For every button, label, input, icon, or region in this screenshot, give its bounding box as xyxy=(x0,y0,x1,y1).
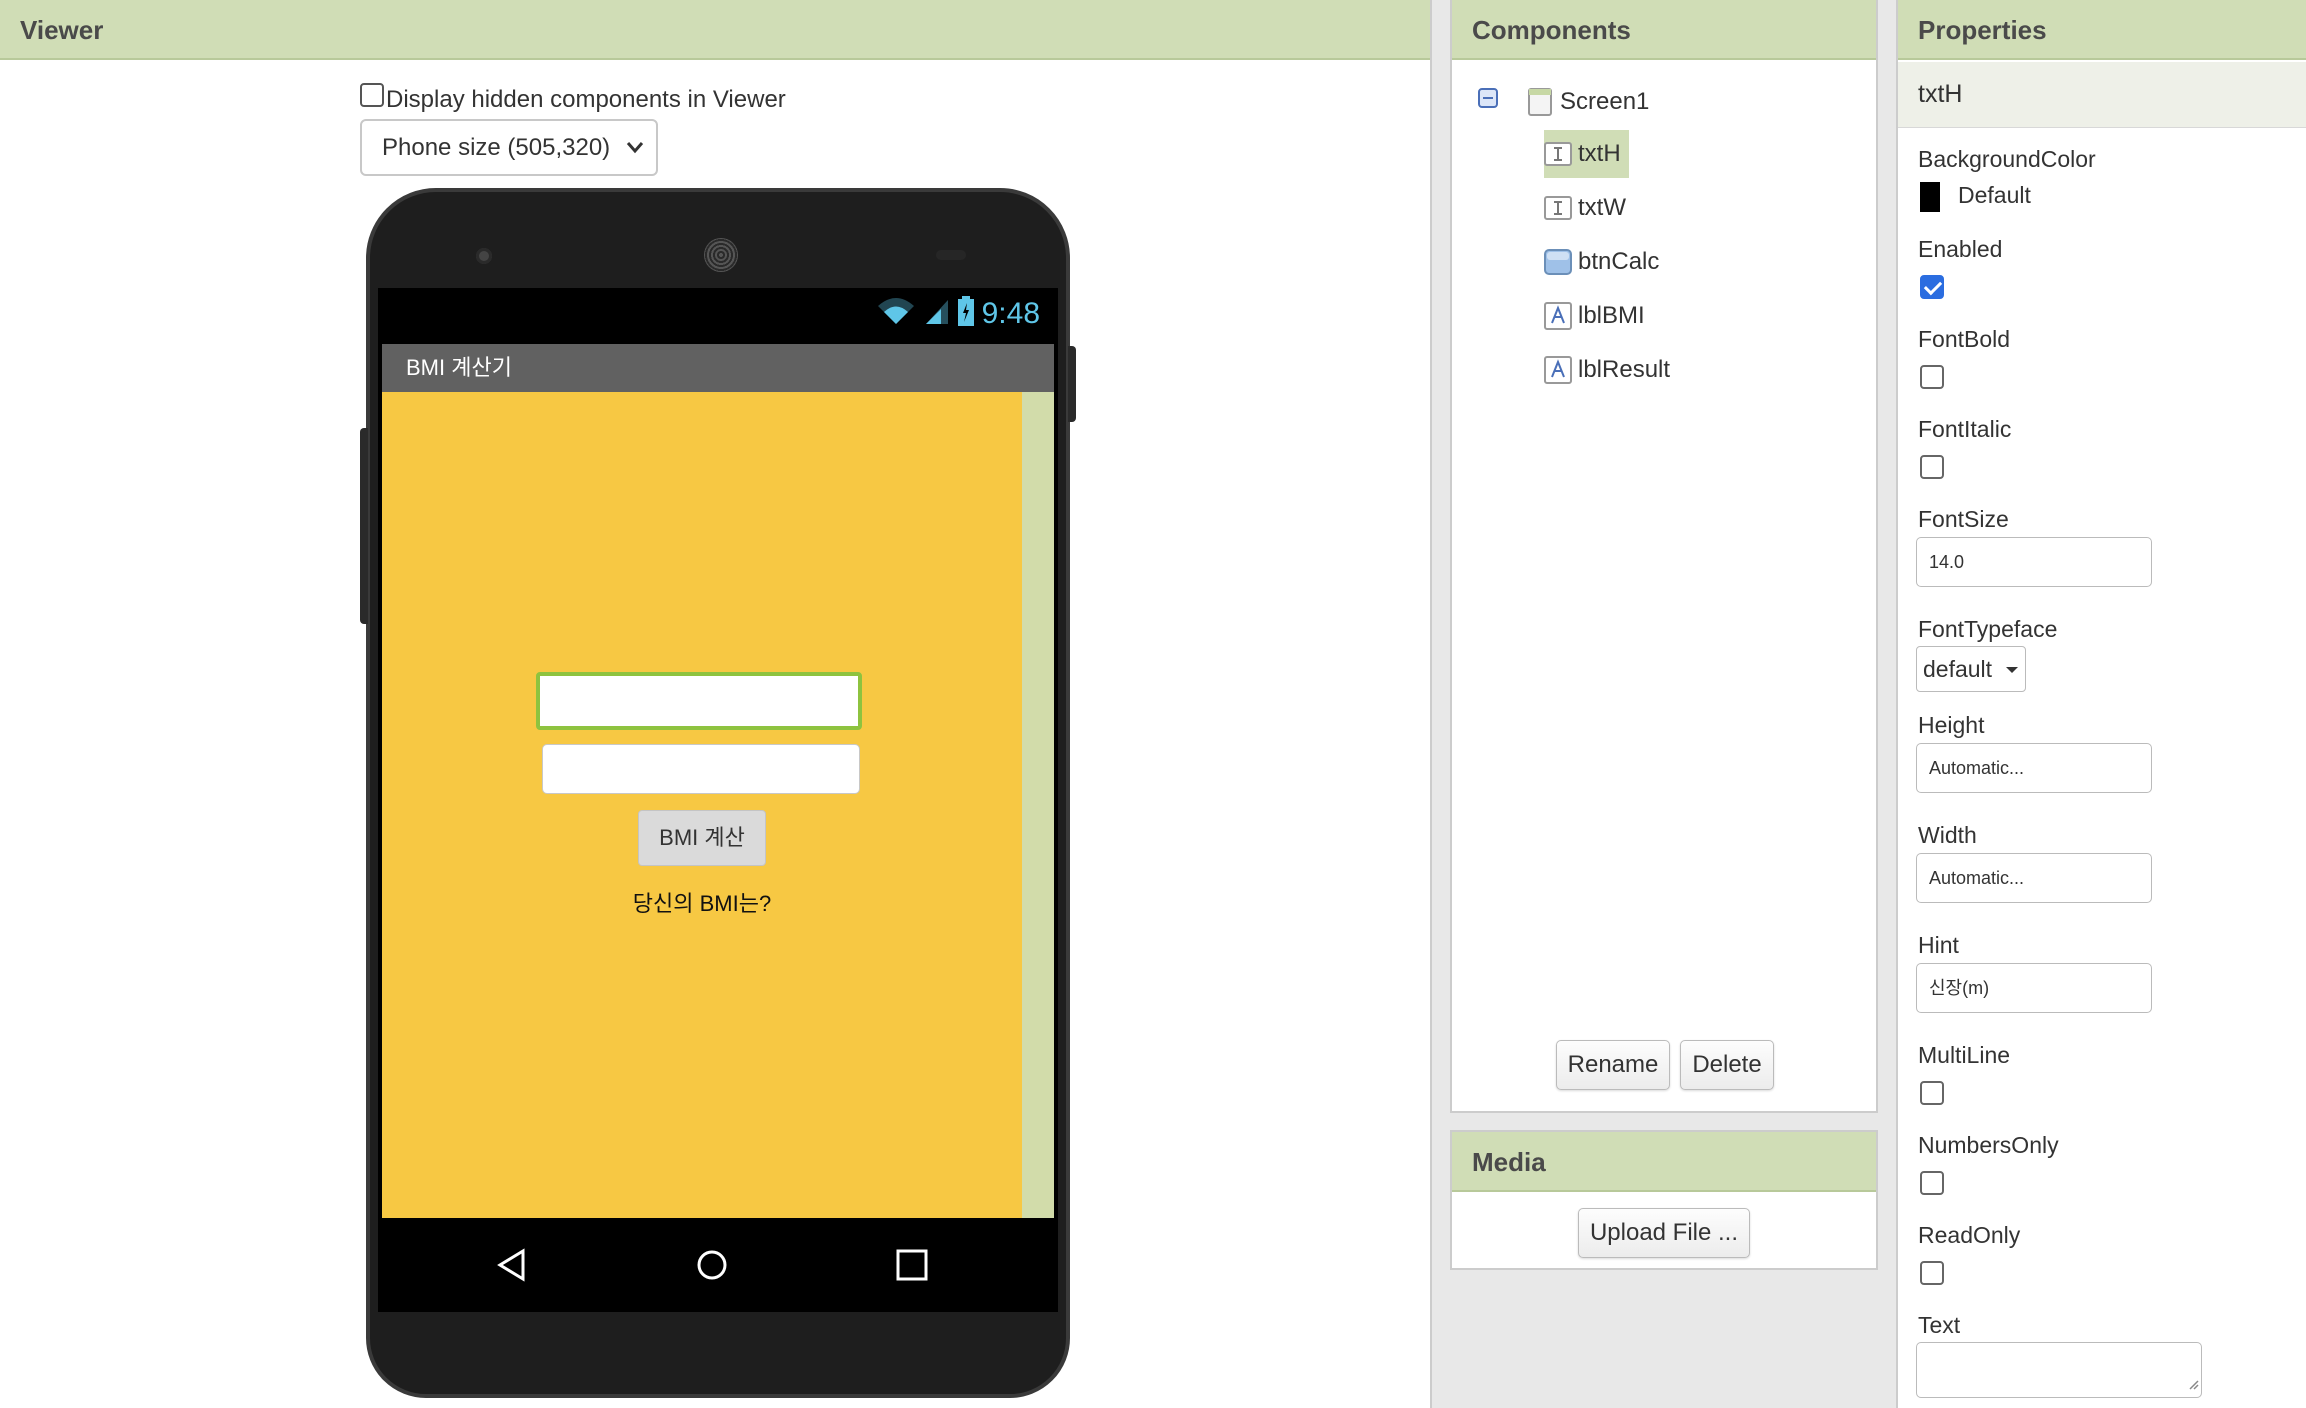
enabled-label: Enabled xyxy=(1918,236,2003,262)
display-hidden-checkbox[interactable] xyxy=(360,83,384,107)
media-header: Media xyxy=(1452,1132,1876,1192)
tree-item-label: txtW xyxy=(1578,194,1626,221)
enabled-checkbox[interactable] xyxy=(1920,275,1944,299)
fonttypeface-dropdown[interactable]: default xyxy=(1916,646,2026,692)
fontitalic-checkbox[interactable] xyxy=(1920,455,1944,479)
properties-panel: Properties txtH BackgroundColor Default … xyxy=(1896,0,2306,1408)
wifi-icon xyxy=(876,296,916,331)
components-header: Components xyxy=(1452,0,1876,60)
tree-item-lblresult[interactable]: lblResult xyxy=(1544,346,1678,394)
chevron-down-icon xyxy=(626,121,644,195)
fontbold-label: FontBold xyxy=(1918,326,2011,352)
tree-item-label: lblBMI xyxy=(1578,302,1645,329)
resize-handle-icon[interactable] xyxy=(2187,1374,2199,1395)
phone-size-select[interactable]: Phone size (505,320) xyxy=(360,119,658,176)
width-input[interactable]: Automatic... xyxy=(1916,853,2152,903)
display-hidden-row[interactable]: Display hidden components in Viewer xyxy=(360,83,786,114)
viewer-header: Viewer xyxy=(0,0,1430,60)
text-textarea[interactable] xyxy=(1916,1342,2202,1398)
caret-down-icon xyxy=(2005,647,2019,705)
selected-component-name: txtH xyxy=(1898,62,2306,128)
nav-bar xyxy=(378,1218,1058,1312)
status-time: 9:48 xyxy=(981,296,1040,330)
fontbold-checkbox[interactable] xyxy=(1920,365,1944,389)
status-bar: 9:48 xyxy=(378,288,1058,344)
numbersonly-label: NumbersOnly xyxy=(1918,1132,2059,1158)
phone-screen: 9:48 BMI 계산기 BMI 계산 당신의 BMI는? xyxy=(378,288,1058,1312)
viewer-panel: Viewer Display hidden components in View… xyxy=(0,0,1432,1408)
tree-item-btncalc[interactable]: btnCalc xyxy=(1544,238,1667,286)
multiline-label: MultiLine xyxy=(1918,1042,2011,1068)
width-label: Width xyxy=(1918,822,1977,848)
screen-canvas[interactable]: BMI 계산 당신의 BMI는? xyxy=(382,392,1022,1218)
home-icon xyxy=(672,1218,752,1312)
delete-button[interactable]: Delete xyxy=(1680,1040,1774,1090)
tree-item-label: btnCalc xyxy=(1578,248,1660,275)
fonttypeface-value: default xyxy=(1923,656,1993,682)
height-textbox[interactable] xyxy=(536,672,862,730)
height-input[interactable]: Automatic... xyxy=(1916,743,2152,793)
sensor-icon xyxy=(936,250,966,260)
fonttypeface-label: FontTypeface xyxy=(1918,616,2058,642)
phone-size-value: Phone size (505,320) xyxy=(382,134,611,161)
multiline-checkbox[interactable] xyxy=(1920,1081,1944,1105)
signal-icon xyxy=(924,296,950,331)
tree-item-txtw[interactable]: txtW xyxy=(1544,184,1634,232)
tree-item-label: txtH xyxy=(1578,140,1621,167)
color-swatch[interactable] xyxy=(1920,182,1940,212)
readonly-label: ReadOnly xyxy=(1918,1222,2021,1248)
properties-header: Properties xyxy=(1898,0,2306,60)
readonly-checkbox[interactable] xyxy=(1920,1261,1944,1285)
fontsize-input[interactable]: 14.0 xyxy=(1916,537,2152,587)
speaker-icon xyxy=(704,238,738,272)
phone-power-button xyxy=(1068,346,1076,422)
text-label: Text xyxy=(1918,1312,1961,1338)
phone-volume-button xyxy=(360,428,368,624)
screen-scroll-strip xyxy=(1022,392,1054,1218)
textbox-icon xyxy=(1544,140,1572,168)
components-panel: Components Screen1 txtH txtW btnCalc lbl… xyxy=(1450,0,1878,1113)
fontsize-label: FontSize xyxy=(1918,506,2009,532)
screen-icon xyxy=(1526,88,1554,116)
tree-item-screen1[interactable]: Screen1 xyxy=(1526,78,1657,126)
backgroundcolor-value[interactable]: Default xyxy=(1958,182,2031,209)
media-panel: Media Upload File ... xyxy=(1450,1130,1878,1270)
phone-mockup: 9:48 BMI 계산기 BMI 계산 당신의 BMI는? xyxy=(360,188,1076,1398)
upload-file-button[interactable]: Upload File ... xyxy=(1578,1208,1750,1258)
label-icon xyxy=(1544,302,1572,330)
app-title-bar: BMI 계산기 xyxy=(382,344,1054,392)
textbox-icon xyxy=(1544,194,1572,222)
label-icon xyxy=(1544,356,1572,384)
battery-icon xyxy=(957,296,974,331)
tree-item-txth[interactable]: txtH xyxy=(1544,130,1629,178)
back-icon xyxy=(472,1218,552,1312)
tree-item-label: lblResult xyxy=(1578,356,1671,383)
numbersonly-checkbox[interactable] xyxy=(1920,1171,1944,1195)
backgroundcolor-label: BackgroundColor xyxy=(1918,146,2096,172)
rename-button[interactable]: Rename xyxy=(1556,1040,1670,1090)
tree-item-lblbmi[interactable]: lblBMI xyxy=(1544,292,1653,340)
weight-textbox[interactable] xyxy=(542,744,860,794)
fontitalic-label: FontItalic xyxy=(1918,416,2012,442)
hint-label: Hint xyxy=(1918,932,1959,958)
height-label: Height xyxy=(1918,712,1985,738)
hint-input[interactable]: 신장(m) xyxy=(1916,963,2152,1013)
bmi-calc-button[interactable]: BMI 계산 xyxy=(638,810,766,866)
tree-item-label: Screen1 xyxy=(1560,88,1650,115)
button-icon xyxy=(1544,248,1572,276)
recents-icon xyxy=(872,1218,952,1312)
camera-icon xyxy=(476,248,492,264)
bmi-result-label[interactable]: 당신의 BMI는? xyxy=(542,886,862,918)
display-hidden-label: Display hidden components in Viewer xyxy=(386,86,786,113)
collapse-icon[interactable] xyxy=(1478,88,1498,108)
